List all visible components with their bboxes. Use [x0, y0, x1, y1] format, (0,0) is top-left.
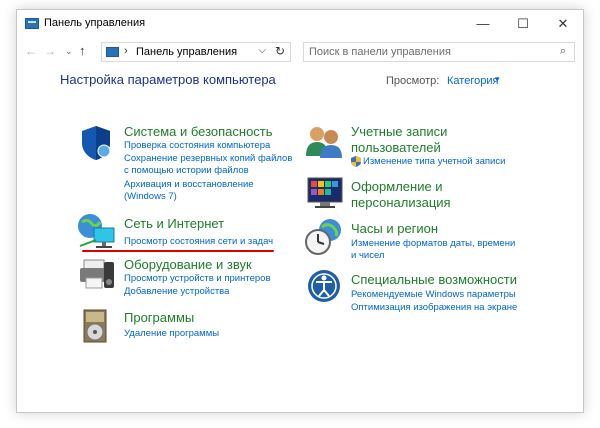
network-icon[interactable] — [76, 212, 116, 250]
link-change-formats-line2[interactable]: и чисел — [351, 250, 384, 262]
category-ease-of-access[interactable]: Специальные возможности — [351, 272, 517, 287]
category-system-security[interactable]: Система и безопасность — [124, 124, 273, 139]
programs-icon[interactable] — [80, 308, 110, 344]
users-icon[interactable] — [304, 124, 344, 160]
close-button[interactable]: ✕ — [543, 10, 583, 40]
link-optimize-display[interactable]: Оптимизация изображения на экране — [351, 302, 517, 314]
category-hardware-sound[interactable]: Оборудование и звук — [124, 257, 252, 272]
link-check-computer-status[interactable]: Проверка состояния компьютера — [124, 140, 270, 152]
link-add-device[interactable]: Добавление устройства — [124, 286, 229, 298]
search-icon[interactable]: ⌕ — [560, 45, 566, 58]
link-uninstall-program[interactable]: Удаление программы — [124, 328, 219, 340]
category-clock-region[interactable]: Часы и регион — [351, 221, 438, 236]
category-programs[interactable]: Программы — [124, 310, 194, 325]
address-bar[interactable]: › Панель управления ⌵ ↻ — [101, 42, 291, 62]
forward-arrow-icon[interactable]: → — [44, 44, 56, 58]
view-by-dropdown[interactable]: Категория — [447, 75, 498, 87]
category-network-internet[interactable]: Сеть и Интернет — [124, 216, 224, 231]
link-recommended-settings[interactable]: Рекомендуемые Windows параметры — [351, 289, 516, 301]
search-placeholder: Поиск в панели управления — [309, 46, 451, 58]
navigation-bar: ← → ⌄ ↑ › Панель управления ⌵ ↻ Поиск в … — [17, 40, 583, 66]
uac-shield-icon — [351, 156, 361, 167]
link-file-history-backup[interactable]: Сохранение резервных копий файлов — [124, 153, 292, 165]
breadcrumb-separator[interactable]: › — [124, 45, 128, 57]
control-panel-icon — [25, 18, 39, 29]
link-backup-restore-line2[interactable]: (Windows 7) — [124, 191, 177, 203]
minimize-button[interactable]: — — [463, 10, 503, 40]
accessibility-icon[interactable] — [306, 268, 342, 304]
category-appearance-line2[interactable]: персонализация — [351, 195, 451, 210]
link-file-history-backup-line2[interactable]: с помощью истории файлов — [124, 165, 249, 177]
printer-icon[interactable] — [78, 256, 116, 292]
search-input[interactable]: Поиск в панели управления ⌕ — [303, 42, 575, 62]
chevron-down-icon[interactable]: ⌵ — [258, 45, 266, 56]
up-arrow-icon[interactable]: ↑ — [79, 43, 86, 58]
category-appearance[interactable]: Оформление и — [351, 179, 443, 194]
control-panel-window: Панель управления — ☐ ✕ ← → ⌄ ↑ › Панель… — [16, 9, 584, 413]
category-user-accounts[interactable]: Учетные записи — [351, 124, 447, 139]
back-arrow-icon[interactable]: ← — [25, 44, 37, 58]
window-title: Панель управления — [44, 17, 146, 29]
recent-locations-icon[interactable]: ⌄ — [65, 46, 73, 57]
page-title: Настройка параметров компьютера — [60, 72, 276, 87]
link-change-formats[interactable]: Изменение форматов даты, времени — [351, 238, 515, 250]
highlight-underline — [82, 250, 274, 252]
clock-icon[interactable] — [304, 218, 344, 256]
maximize-button[interactable]: ☐ — [503, 10, 543, 40]
link-devices-printers[interactable]: Просмотр устройств и принтеров — [124, 273, 271, 285]
refresh-icon[interactable]: ↻ — [275, 44, 285, 58]
chevron-down-icon[interactable]: ▾ — [495, 74, 500, 85]
breadcrumb[interactable]: Панель управления — [136, 46, 237, 58]
control-panel-icon — [106, 47, 119, 57]
view-by-label: Просмотр: — [386, 75, 440, 87]
shield-icon[interactable] — [78, 124, 114, 162]
link-network-status[interactable]: Просмотр состояния сети и задач — [124, 236, 273, 248]
link-backup-restore[interactable]: Архивация и восстановление — [124, 179, 254, 191]
link-change-account-type[interactable]: Изменение типа учетной записи — [363, 156, 505, 168]
title-bar: Панель управления — ☐ ✕ — [17, 10, 583, 40]
category-user-accounts-line2[interactable]: пользователей — [351, 140, 441, 155]
appearance-icon[interactable] — [306, 176, 344, 210]
